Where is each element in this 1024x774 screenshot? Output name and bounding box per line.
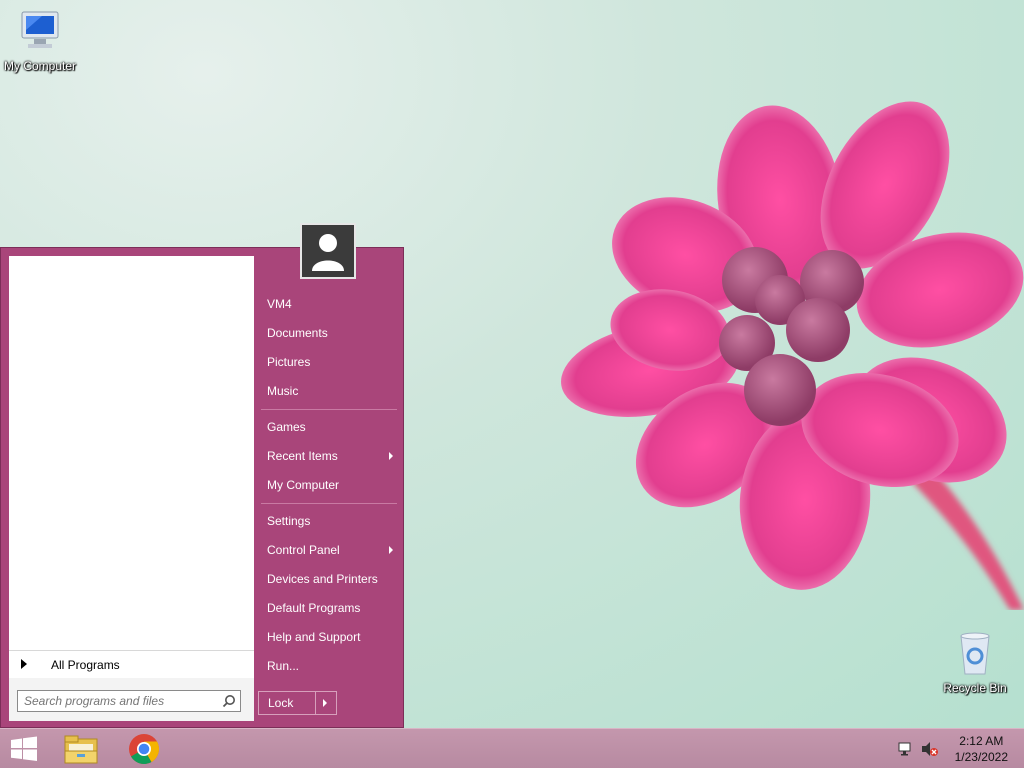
search-area: [9, 678, 254, 721]
all-programs-label: All Programs: [51, 658, 120, 672]
search-box: [17, 690, 241, 712]
menu-item-label: Recent Items: [267, 449, 338, 463]
submenu-arrow-icon: [389, 546, 393, 554]
menu-item-label: Default Programs: [267, 601, 361, 615]
taskbar-chrome[interactable]: [122, 729, 166, 769]
chrome-icon: [129, 734, 159, 765]
desktop: My Computer Recycle Bin All Programs Sea…: [0, 0, 1024, 728]
search-icon[interactable]: [222, 694, 236, 708]
taskbar: 2:12 AM 1/23/2022: [0, 728, 1024, 768]
volume-muted-icon[interactable]: [921, 741, 939, 757]
menu-item-label: Control Panel: [267, 543, 340, 557]
computer-icon: [21, 11, 59, 48]
menu-item-devices-and-printers[interactable]: Devices and Printers: [259, 566, 399, 592]
lock-button-group: Lock: [258, 691, 337, 715]
menu-item-recent-items[interactable]: Recent Items: [259, 443, 399, 469]
menu-item-pictures[interactable]: Pictures: [259, 349, 399, 375]
recycle-bin-icon: [960, 632, 990, 675]
menu-item-default-programs[interactable]: Default Programs: [259, 595, 399, 621]
start-menu: All Programs VM4 Documents Pictures Musi…: [0, 247, 404, 728]
menu-item-label: Devices and Printers: [267, 572, 378, 586]
menu-item-run[interactable]: Run...: [259, 653, 399, 679]
desktop-icon-my-computer[interactable]: My Computer: [0, 8, 80, 73]
menu-item-label: Documents: [267, 326, 328, 340]
taskbar-clock[interactable]: 2:12 AM 1/23/2022: [955, 733, 1008, 765]
menu-item-label: Games: [267, 420, 306, 434]
all-programs-button[interactable]: All Programs: [9, 650, 254, 678]
menu-item-documents[interactable]: Documents: [259, 320, 399, 346]
windows-start-icon: [11, 736, 37, 761]
desktop-icon-label: Recycle Bin: [943, 681, 1007, 695]
lock-options-button[interactable]: [316, 692, 336, 714]
clock-time: 2:12 AM: [959, 734, 1004, 748]
menu-item-vm4[interactable]: VM4: [259, 291, 399, 317]
desktop-icon-label: My Computer: [3, 59, 77, 73]
user-icon: [312, 234, 344, 271]
triangle-right-icon: [323, 699, 327, 707]
menu-item-label: Help and Support: [267, 630, 361, 644]
menu-item-label: Music: [267, 384, 299, 398]
taskbar-file-explorer[interactable]: [58, 729, 104, 769]
network-icon[interactable]: [898, 741, 914, 757]
menu-item-help-and-support[interactable]: Help and Support: [259, 624, 399, 650]
menu-item-label: Settings: [267, 514, 311, 528]
menu-item-label: VM4: [267, 297, 292, 311]
menu-item-label: Pictures: [267, 355, 311, 369]
menu-separator: [261, 409, 397, 410]
menu-item-label: My Computer: [267, 478, 340, 492]
menu-separator: [261, 503, 397, 504]
menu-item-control-panel[interactable]: Control Panel: [259, 537, 399, 563]
clock-date: 1/23/2022: [954, 750, 1008, 764]
programs-list: [9, 256, 254, 678]
menu-item-music[interactable]: Music: [259, 378, 399, 404]
menu-item-label: Run...: [267, 659, 300, 673]
wallpaper-flower: [561, 101, 1024, 610]
search-input[interactable]: [24, 692, 220, 710]
submenu-arrow-icon: [389, 452, 393, 460]
start-menu-left-pane: All Programs: [9, 256, 254, 721]
menu-item-settings[interactable]: Settings: [259, 508, 399, 534]
desktop-icon-recycle-bin[interactable]: Recycle Bin: [935, 630, 1015, 695]
menu-item-games[interactable]: Games: [259, 414, 399, 440]
file-explorer-icon: [64, 735, 98, 764]
triangle-right-icon: [21, 659, 27, 669]
start-button[interactable]: [0, 729, 48, 769]
menu-item-my-computer[interactable]: My Computer: [259, 472, 399, 498]
user-picture[interactable]: [300, 223, 356, 279]
lock-button[interactable]: Lock: [259, 692, 316, 714]
